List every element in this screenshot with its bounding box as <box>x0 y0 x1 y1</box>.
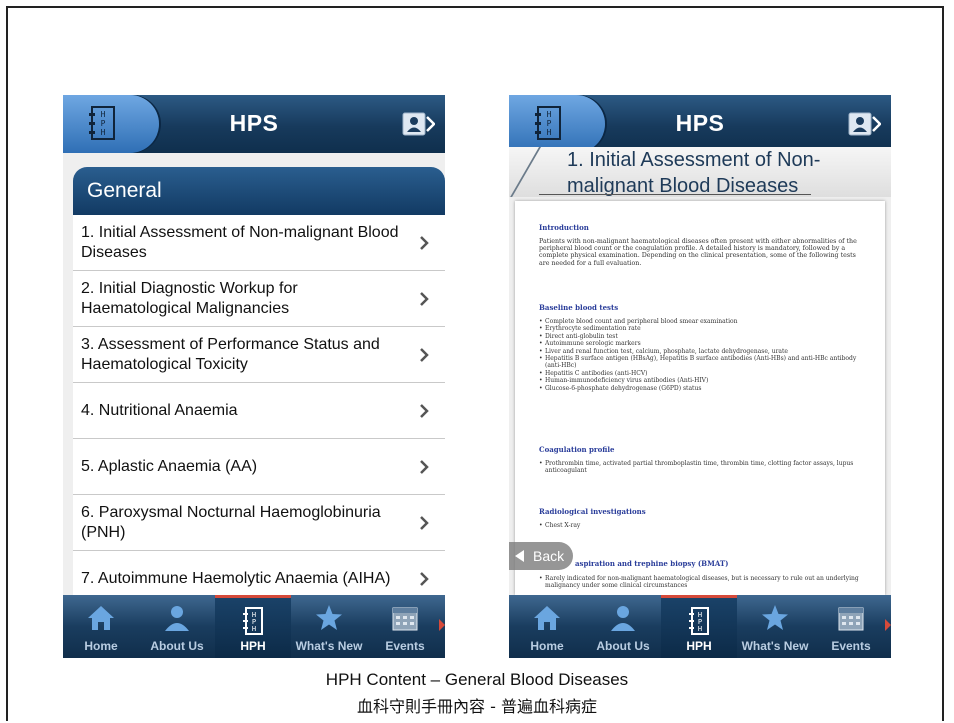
list-item-label: 5. Aplastic Anaemia (AA) <box>81 457 258 475</box>
back-arrow-icon <box>515 550 524 562</box>
tab-about-us[interactable]: About Us <box>139 595 215 658</box>
bmat-list: Rarely indicated for non-malignant haema… <box>539 575 865 590</box>
coagulation-list: Prothrombin time, activated partial thro… <box>539 460 865 475</box>
top-bar: H P H HPS <box>509 95 891 153</box>
top-bar: H P H HPS <box>63 95 445 153</box>
app-title: HPS <box>675 110 725 136</box>
book-icon: HPH <box>243 607 263 635</box>
more-arrow-icon[interactable] <box>439 619 445 631</box>
tab-whats-new[interactable]: What's New <box>291 595 367 658</box>
document-title-line2: malignant Blood Diseases <box>567 175 799 197</box>
star-icon <box>762 605 788 630</box>
chevron-right-icon <box>420 347 429 362</box>
intro-text: Patients with non-malignant haematologic… <box>539 238 857 267</box>
phone-screen-document: H P H HPS 1. Initial Assessment of Non- … <box>509 95 891 658</box>
list-item: Hepatitis C antibodies (anti-HCV) <box>539 370 865 378</box>
coagulation-heading: Coagulation profile <box>539 445 615 454</box>
list-item: Complete blood count and peripheral bloo… <box>539 318 865 326</box>
list-item: Glucose-6-phosphate dehydrogenase (G6PD)… <box>539 385 865 393</box>
section-header: General <box>73 167 445 215</box>
calendar-icon <box>838 607 864 631</box>
tab-home[interactable]: Home <box>509 595 585 658</box>
list-item[interactable]: 6. Paroxysmal Nocturnal Haemoglobinuria … <box>73 495 445 551</box>
list-item: Chest X-ray <box>539 522 865 530</box>
phone-screen-list: H P H HPS General 1. Initial Assessment … <box>63 95 445 658</box>
chevron-right-icon <box>420 235 429 250</box>
more-arrow-icon[interactable] <box>885 619 891 631</box>
list-item[interactable]: 4. Nutritional Anaemia <box>73 383 445 439</box>
tab-label: Home <box>530 639 564 653</box>
home-icon <box>88 606 114 630</box>
list-item-label: 6. Paroxysmal Nocturnal Haemoglobinuria … <box>81 503 381 541</box>
tab-events[interactable]: Events <box>367 595 443 658</box>
chevron-right-icon <box>420 515 429 530</box>
list-item: Autoimmune serologic markers <box>539 340 865 348</box>
tab-label: Home <box>84 639 118 653</box>
chevron-right-icon <box>420 403 429 418</box>
list-item-label: 1. Initial Assessment of Non-malignant B… <box>81 223 399 261</box>
baseline-heading: Baseline blood tests <box>539 303 619 312</box>
list-item[interactable]: 3. Assessment of Performance Status and … <box>73 327 445 383</box>
radiology-list: Chest X-ray <box>539 522 865 530</box>
star-icon <box>316 605 342 630</box>
baseline-list: Complete blood count and peripheral bloo… <box>539 318 865 392</box>
list-item: Erythrocyte sedimentation rate <box>539 325 865 333</box>
tab-label: HPH <box>240 639 266 653</box>
document-title-line1: 1. Initial Assessment of Non- <box>567 149 821 171</box>
tab-about-us[interactable]: About Us <box>585 595 661 658</box>
intro-heading: Introduction <box>539 223 589 232</box>
tab-hph[interactable]: HPH HPH <box>661 595 737 658</box>
tab-whats-new[interactable]: What's New <box>737 595 813 658</box>
list-item[interactable]: 2. Initial Diagnostic Workup for Haemato… <box>73 271 445 327</box>
exit-icon[interactable] <box>847 111 881 137</box>
svg-text:H: H <box>252 625 256 633</box>
list-item-label: 4. Nutritional Anaemia <box>81 401 238 419</box>
list-item: Liver and renal function test, calcium, … <box>539 348 865 356</box>
chevron-right-icon <box>420 291 429 306</box>
tab-bar: Home About Us HPH HPH What's New Events <box>509 595 891 658</box>
svg-text:H: H <box>698 625 702 633</box>
document-title: 1. Initial Assessment of Non- malignant … <box>567 147 820 199</box>
tab-bar: Home About Us HPH HPH What's New Events <box>63 595 445 658</box>
person-icon <box>165 606 189 631</box>
tab-label: About Us <box>150 639 204 653</box>
list-item-label: 3. Assessment of Performance Status and … <box>81 335 380 373</box>
document-page[interactable]: Introduction Patients with non-malignant… <box>515 201 885 595</box>
tab-label: HPH <box>686 639 712 653</box>
caption-english: HPH Content – General Blood Diseases <box>325 670 629 689</box>
content-list: General 1. Initial Assessment of Non-mal… <box>73 167 445 607</box>
list-item[interactable]: 1. Initial Assessment of Non-malignant B… <box>73 215 445 271</box>
tab-label: About Us <box>596 639 650 653</box>
tab-label: Events <box>385 639 425 653</box>
app-title: HPS <box>229 110 279 136</box>
back-button[interactable]: Back <box>509 542 573 570</box>
tab-label: What's New <box>741 639 809 653</box>
calendar-icon <box>392 607 418 631</box>
tab-label: What's New <box>295 639 363 653</box>
tab-events[interactable]: Events <box>813 595 889 658</box>
list-item: Direct anti-globulin test <box>539 333 865 341</box>
list-item: Rarely indicated for non-malignant haema… <box>539 575 865 590</box>
radiology-heading: Radiological investigations <box>539 507 646 516</box>
exit-icon[interactable] <box>401 111 435 137</box>
title-underline <box>539 194 811 195</box>
list-item[interactable]: 5. Aplastic Anaemia (AA) <box>73 439 445 495</box>
chevron-right-icon <box>420 459 429 474</box>
person-icon <box>611 606 635 631</box>
tab-home[interactable]: Home <box>63 595 139 658</box>
chevron-right-icon <box>420 571 429 586</box>
bmat-heading: aspiration and trephine biopsy (BMAT) <box>575 559 729 568</box>
tab-hph[interactable]: HPH HPH <box>215 595 291 658</box>
list-item: Prothrombin time, activated partial thro… <box>539 460 865 475</box>
caption-chinese: 血科守則手冊內容 - 普遍血科病症 <box>357 697 597 716</box>
list-item: Human-immunodeficiency virus antibodies … <box>539 377 865 385</box>
list-item-label: 7. Autoimmune Haemolytic Anaemia (AIHA) <box>81 569 391 587</box>
list-item: Hepatitis B surface antigen (HBsAg), Hep… <box>539 355 865 370</box>
tab-label: Events <box>831 639 871 653</box>
home-icon <box>534 606 560 630</box>
list-item-label: 2. Initial Diagnostic Workup for Haemato… <box>81 279 298 317</box>
back-label: Back <box>533 548 565 564</box>
book-icon: HPH <box>689 607 709 635</box>
